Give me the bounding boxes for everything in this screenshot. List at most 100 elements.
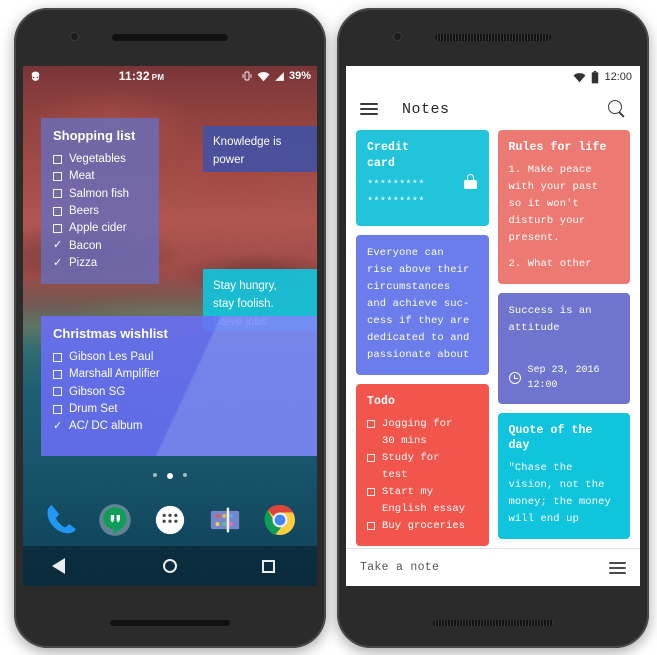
note-body: "Chase the vision, not the money; the mo… xyxy=(508,461,611,525)
widget-title: Christmas wishlist xyxy=(53,326,168,341)
earpiece-speaker xyxy=(112,34,228,41)
list-item-label: Marshall Amplifier xyxy=(69,368,160,381)
widget-note-knowledge[interactable]: Knowledge is power xyxy=(203,126,317,172)
list-item[interactable]: Gibson SG xyxy=(53,384,307,400)
page-title: Notes xyxy=(402,100,450,118)
front-camera xyxy=(393,32,402,41)
home-page-indicator xyxy=(23,473,317,479)
list-item-label: Meat xyxy=(69,170,95,183)
hangouts-icon[interactable] xyxy=(95,500,135,540)
list-item[interactable]: Drum Set xyxy=(53,401,307,417)
status-clock: 11:32 PM xyxy=(47,69,236,83)
take-a-note-bar[interactable]: Take a note xyxy=(346,548,640,586)
list-item[interactable]: Salmon fish xyxy=(53,186,147,202)
note-line: Knowledge is xyxy=(213,136,282,148)
checkbox-unchecked-icon[interactable] xyxy=(53,352,62,362)
note-title: Quote of the day xyxy=(508,423,593,453)
note-title: Rules for life xyxy=(508,141,607,154)
note-body: 1. Make peace with your past so it won't… xyxy=(508,163,599,270)
checkbox-unchecked-icon[interactable] xyxy=(367,419,375,428)
wifi-icon xyxy=(574,72,586,82)
checkmark-icon[interactable]: ✓ xyxy=(53,420,62,432)
note-card-everyone-can-rise[interactable]: Everyone can rise above their circumstan… xyxy=(356,235,489,375)
checkmark-icon[interactable]: ✓ xyxy=(53,240,62,251)
battery-icon xyxy=(592,70,599,83)
list-item[interactable]: ✓ Pizza xyxy=(53,255,147,271)
note-body: ********* ********* xyxy=(367,179,425,209)
recents-button[interactable] xyxy=(261,559,275,573)
note-card-success-attitude[interactable]: Success is an attitude Sep 23, 2016 12:0… xyxy=(497,292,630,404)
phone-device-left: 11:32 PM 39% Shopping list Vegetables Me… xyxy=(14,8,326,648)
checkbox-unchecked-icon[interactable] xyxy=(367,521,375,530)
signal-icon xyxy=(275,71,284,81)
cyanogenmod-icon xyxy=(31,71,40,81)
page-dot[interactable] xyxy=(183,473,187,477)
home-screen: 11:32 PM 39% Shopping list Vegetables Me… xyxy=(23,66,317,586)
todo-item[interactable]: Start my English essay xyxy=(367,484,478,518)
list-item[interactable]: ✓ AC/ DC album xyxy=(53,418,307,434)
screenshot-stage: 11:32 PM 39% Shopping list Vegetables Me… xyxy=(0,0,657,655)
status-clock-ampm: PM xyxy=(151,73,165,82)
list-item[interactable]: Meat xyxy=(53,168,147,184)
list-item-label: Apple cider xyxy=(69,222,127,235)
take-a-note-input[interactable]: Take a note xyxy=(360,561,439,574)
bottom-speaker-grille xyxy=(433,620,553,626)
widget-christmas-wishlist[interactable]: Christmas wishlist Gibson Les Paul Marsh… xyxy=(41,316,317,456)
notes-column-right: Rules for life 1. Make peace with your p… xyxy=(497,130,630,546)
list-item-label: Vegetables xyxy=(69,153,126,165)
note-card-quote-of-the-day[interactable]: Quote of the day "Chase the vision, not … xyxy=(497,412,630,539)
list-item-label: AC/ DC album xyxy=(69,420,143,433)
note-body: Everyone can rise above their circumstan… xyxy=(367,247,470,361)
status-bar: 11:32 PM 39% xyxy=(23,66,317,86)
todo-item[interactable]: Buy groceries xyxy=(367,518,478,535)
note-card-todo[interactable]: Todo Jogging for 30 mins Study for test … xyxy=(356,384,489,546)
navigation-bar xyxy=(23,546,317,586)
status-bar: 12:00 xyxy=(346,66,640,88)
search-icon[interactable] xyxy=(608,100,626,118)
play-store-icon[interactable] xyxy=(205,500,245,540)
checkbox-unchecked-icon[interactable] xyxy=(53,369,62,379)
checkbox-unchecked-icon[interactable] xyxy=(53,171,62,181)
page-dot[interactable] xyxy=(153,473,157,477)
checkmark-icon[interactable]: ✓ xyxy=(53,257,62,269)
list-item[interactable]: Marshall Amplifier xyxy=(53,366,307,382)
note-card-rules-for-life[interactable]: Rules for life 1. Make peace with your p… xyxy=(497,130,630,284)
checkbox-unchecked-icon[interactable] xyxy=(53,206,62,216)
note-card-credit-card[interactable]: Credit card ********* ********* xyxy=(356,130,489,226)
home-button[interactable] xyxy=(162,559,177,573)
list-item[interactable]: Gibson Les Paul xyxy=(53,349,307,365)
checkbox-unchecked-icon[interactable] xyxy=(53,154,62,164)
page-dot-active[interactable] xyxy=(167,473,173,479)
list-item[interactable]: ✓ Bacon xyxy=(53,238,147,254)
todo-item[interactable]: Jogging for 30 mins xyxy=(367,416,478,450)
checkbox-unchecked-icon[interactable] xyxy=(367,487,375,496)
timestamp-time: 12:00 xyxy=(527,379,558,391)
back-button[interactable] xyxy=(52,558,78,574)
notes-grid[interactable]: Credit card ********* ********* Everyone… xyxy=(346,130,640,548)
clock-icon xyxy=(508,371,521,384)
todo-item[interactable]: Study for test xyxy=(367,450,478,484)
timestamp-date: Sep 23, 2016 xyxy=(527,364,600,376)
checkbox-unchecked-icon[interactable] xyxy=(53,404,62,414)
note-line: stay foolish. xyxy=(213,297,274,310)
chrome-icon[interactable] xyxy=(260,500,300,540)
list-item-label: Gibson Les Paul xyxy=(69,351,154,363)
dock xyxy=(23,493,317,547)
status-clock-time: 11:32 xyxy=(118,69,150,83)
checkbox-unchecked-icon[interactable] xyxy=(367,453,375,462)
app-drawer-icon[interactable] xyxy=(150,500,190,540)
note-line: Stay hungry, xyxy=(213,280,277,292)
list-item[interactable]: Beers xyxy=(53,203,147,219)
phone-icon[interactable] xyxy=(40,500,80,540)
checkbox-unchecked-icon[interactable] xyxy=(53,189,62,199)
list-item[interactable]: Apple cider xyxy=(53,220,147,236)
note-body: Success is an attitude xyxy=(508,304,592,334)
list-item[interactable]: Vegetables xyxy=(53,151,147,167)
list-item-label: Drum Set xyxy=(69,402,118,415)
checkbox-unchecked-icon[interactable] xyxy=(53,223,62,233)
wifi-icon xyxy=(257,71,270,81)
widget-shopping-list[interactable]: Shopping list Vegetables Meat Salmon fis… xyxy=(41,118,159,285)
checkbox-unchecked-icon[interactable] xyxy=(53,387,62,397)
list-view-icon[interactable] xyxy=(609,561,626,574)
hamburger-menu-icon[interactable] xyxy=(360,103,378,115)
